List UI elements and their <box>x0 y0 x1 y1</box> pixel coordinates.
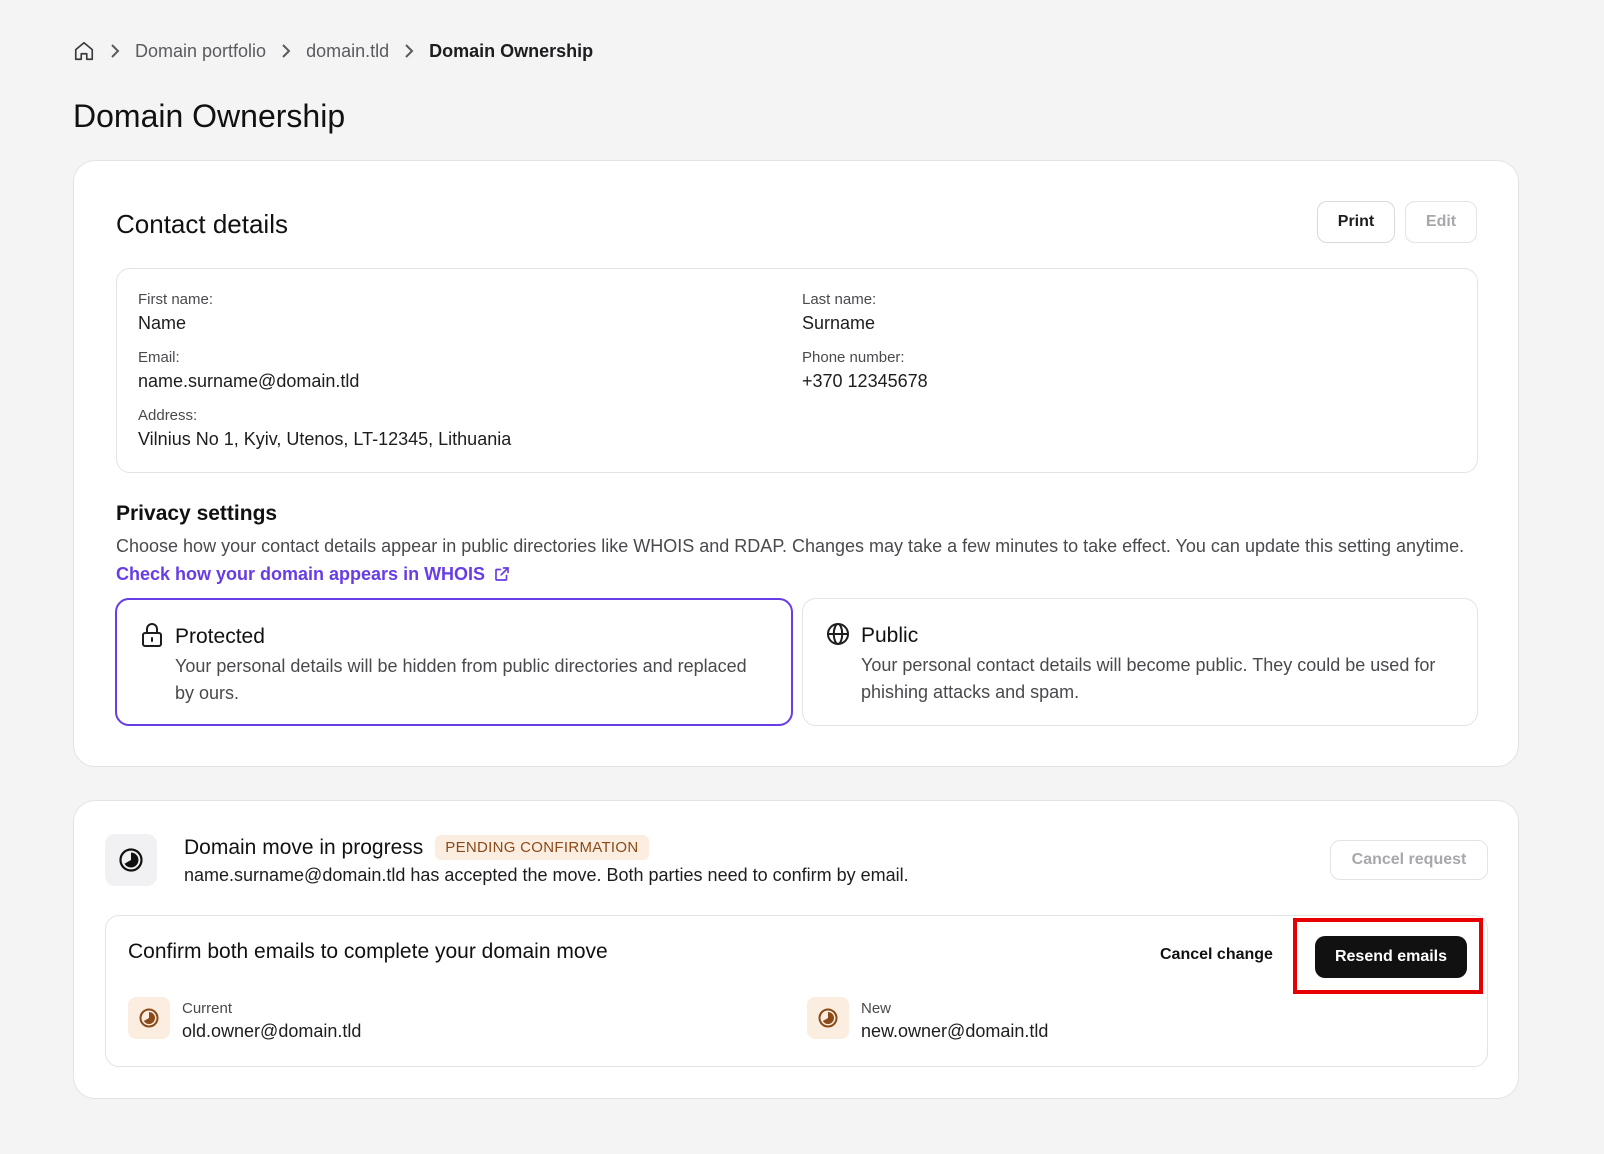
external-link-icon[interactable] <box>493 565 511 583</box>
address-field: Address: Vilnius No 1, Kyiv, Utenos, LT-… <box>138 407 511 450</box>
domain-move-description: name.surname@domain.tld has accepted the… <box>184 865 909 885</box>
privacy-settings-title: Privacy settings <box>116 502 278 525</box>
contact-details-card: Contact details Print Edit First name: N… <box>73 160 1519 767</box>
new-email-label: New <box>861 1000 892 1017</box>
privacy-description-text: Choose how your contact details appear i… <box>116 536 1465 556</box>
phone-field: Phone number: +370 12345678 <box>802 349 928 392</box>
email-value: name.surname@domain.tld <box>138 371 360 391</box>
public-title: Public <box>861 624 919 647</box>
contact-details-title: Contact details <box>116 209 288 239</box>
breadcrumb-item-current: Domain Ownership <box>429 40 594 61</box>
pending-icon <box>128 997 170 1039</box>
print-button[interactable]: Print <box>1317 201 1395 243</box>
whois-link[interactable]: Check how your domain appears in WHOIS <box>116 564 485 584</box>
pending-icon <box>807 997 849 1039</box>
last-name-field: Last name: Surname <box>802 291 876 334</box>
chevron-right-icon <box>280 44 292 58</box>
confirm-emails-title: Confirm both emails to complete your dom… <box>128 940 608 963</box>
public-description: Your personal contact details will becom… <box>861 655 1436 702</box>
breadcrumb-item-domain[interactable]: domain.tld <box>306 41 389 62</box>
new-email-item: New new.owner@domain.tld <box>807 997 1048 1042</box>
domain-move-title-row: Domain move in progress PENDING CONFIRMA… <box>184 835 649 860</box>
email-label: Email: <box>138 349 180 366</box>
resend-emails-button[interactable]: Resend emails <box>1315 936 1467 978</box>
cancel-change-button[interactable]: Cancel change <box>1160 946 1273 964</box>
privacy-option-protected[interactable]: Protected Your personal details will be … <box>115 598 793 726</box>
edit-button[interactable]: Edit <box>1405 201 1477 243</box>
first-name-value: Name <box>138 313 187 333</box>
contact-details-box: First name: Name Last name: Surname Emai… <box>116 268 1478 473</box>
current-email-label: Current <box>182 1000 233 1017</box>
privacy-settings-description: Choose how your contact details appear i… <box>116 532 1486 588</box>
domain-move-card: Domain move in progress PENDING CONFIRMA… <box>73 800 1519 1099</box>
phone-value: +370 12345678 <box>802 371 928 391</box>
home-icon[interactable] <box>73 40 95 62</box>
chevron-right-icon <box>109 44 121 58</box>
protected-title: Protected <box>175 625 265 648</box>
cancel-request-button[interactable]: Cancel request <box>1330 840 1488 880</box>
last-name-value: Surname <box>802 313 876 333</box>
status-badge: PENDING CONFIRMATION <box>435 835 649 860</box>
first-name-field: First name: Name <box>138 291 213 334</box>
breadcrumb-item-domain-portfolio[interactable]: Domain portfolio <box>135 41 266 62</box>
address-label: Address: <box>138 407 198 424</box>
new-email-value: new.owner@domain.tld <box>861 1021 1049 1041</box>
current-email-item: Current old.owner@domain.tld <box>128 997 361 1042</box>
globe-icon <box>825 621 851 647</box>
privacy-option-public[interactable]: Public Your personal contact details wil… <box>802 598 1478 726</box>
phone-label: Phone number: <box>802 349 905 366</box>
address-value: Vilnius No 1, Kyiv, Utenos, LT-12345, Li… <box>138 429 512 449</box>
first-name-label: First name: <box>138 291 214 308</box>
page-title: Domain Ownership <box>73 98 346 134</box>
chevron-right-icon <box>403 44 415 58</box>
domain-move-title: Domain move in progress <box>184 835 424 859</box>
breadcrumb: Domain portfolio domain.tld Domain Owner… <box>73 38 593 64</box>
confirm-emails-box: Confirm both emails to complete your dom… <box>105 915 1488 1067</box>
move-status-icon-box <box>105 834 157 886</box>
current-email-value: old.owner@domain.tld <box>182 1021 362 1041</box>
email-field: Email: name.surname@domain.tld <box>138 349 359 392</box>
lock-icon <box>139 622 165 648</box>
progress-icon <box>118 847 144 873</box>
last-name-label: Last name: <box>802 291 877 308</box>
protected-description: Your personal details will be hidden fro… <box>175 656 747 703</box>
